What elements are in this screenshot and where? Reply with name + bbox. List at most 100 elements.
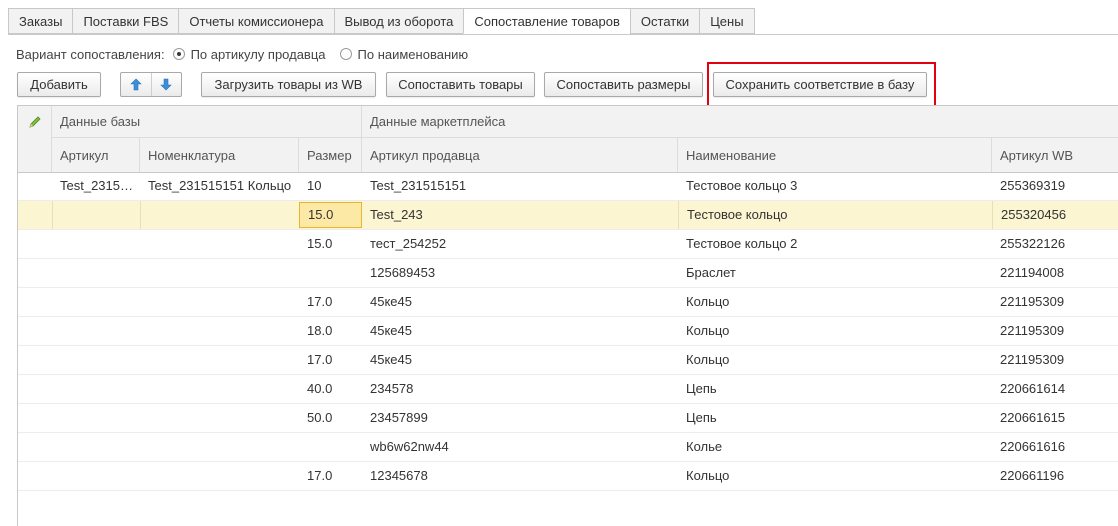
cell-name[interactable]: Тестовое кольцо: [678, 201, 992, 229]
cell-wb-article[interactable]: 221195309: [992, 317, 1118, 345]
cell-nomenclature[interactable]: [140, 375, 299, 403]
cell-size[interactable]: 17.0: [299, 346, 362, 374]
cell-article[interactable]: [52, 375, 140, 403]
cell-seller-article[interactable]: тест_254252: [362, 230, 678, 258]
cell-wb-article[interactable]: 255369319: [992, 172, 1118, 200]
tab-commission-reports[interactable]: Отчеты комиссионера: [178, 8, 335, 34]
cell-wb-article[interactable]: 220661614: [992, 375, 1118, 403]
cell-name[interactable]: Тестовое кольцо 3: [678, 172, 992, 200]
cell-article[interactable]: [52, 317, 140, 345]
cell-size-current[interactable]: 15.0: [299, 202, 362, 228]
cell-name[interactable]: Кольцо: [678, 346, 992, 374]
tab-fbs-supplies[interactable]: Поставки FBS: [72, 8, 180, 34]
cell-name[interactable]: Цепь: [678, 375, 992, 403]
radio-by-name[interactable]: [339, 48, 352, 60]
cell-wb-article[interactable]: 221194008: [992, 259, 1118, 287]
table-row[interactable]: 18.0 45ке45 Кольцо 221195309: [18, 317, 1118, 346]
cell-wb-article[interactable]: 221195309: [992, 346, 1118, 374]
cell-size[interactable]: 50.0: [299, 404, 362, 432]
cell-size[interactable]: [299, 259, 362, 287]
cell-wb-article[interactable]: 255320456: [992, 201, 1118, 229]
cell-article[interactable]: [52, 259, 140, 287]
col-header-seller-article[interactable]: Артикул продавца: [362, 138, 678, 172]
move-down-button[interactable]: [152, 73, 182, 96]
cell-seller-article[interactable]: 125689453: [362, 259, 678, 287]
cell-seller-article[interactable]: Test_231515151: [362, 172, 678, 200]
cell-article[interactable]: [52, 230, 140, 258]
cell-wb-article[interactable]: 220661616: [992, 433, 1118, 461]
table-row[interactable]: 17.0 45ке45 Кольцо 221195309: [18, 346, 1118, 375]
cell-seller-article[interactable]: 12345678: [362, 462, 678, 490]
table-row[interactable]: 17.0 45ке45 Кольцо 221195309: [18, 288, 1118, 317]
col-header-wb-article[interactable]: Артикул WB: [992, 138, 1118, 172]
cell-seller-article[interactable]: Test_243: [362, 201, 678, 229]
cell-name[interactable]: Кольцо: [678, 462, 992, 490]
col-header-size[interactable]: Размер: [299, 138, 362, 172]
cell-nomenclature[interactable]: [140, 346, 299, 374]
cell-size[interactable]: 10: [299, 172, 362, 200]
tab-orders[interactable]: Заказы: [8, 8, 74, 34]
cell-nomenclature[interactable]: [140, 317, 299, 345]
col-header-article[interactable]: Артикул: [52, 138, 140, 172]
table-row[interactable]: Test_231515151 Test_231515151 Кольцо 10 …: [18, 172, 1118, 201]
cell-nomenclature[interactable]: [140, 201, 299, 229]
match-goods-button[interactable]: Сопоставить товары: [386, 72, 535, 97]
match-sizes-button[interactable]: Сопоставить размеры: [544, 72, 703, 97]
table-row[interactable]: 40.0 234578 Цепь 220661614: [18, 375, 1118, 404]
cell-seller-article[interactable]: 23457899: [362, 404, 678, 432]
cell-name[interactable]: Браслет: [678, 259, 992, 287]
col-header-name[interactable]: Наименование: [678, 138, 992, 172]
radio-label-by-name[interactable]: По наименованию: [358, 47, 469, 62]
cell-article[interactable]: [52, 433, 140, 461]
cell-article[interactable]: [52, 201, 140, 229]
cell-seller-article[interactable]: 45ке45: [362, 346, 678, 374]
cell-size[interactable]: 17.0: [299, 288, 362, 316]
cell-seller-article[interactable]: 234578: [362, 375, 678, 403]
cell-article[interactable]: [52, 404, 140, 432]
cell-name[interactable]: Кольцо: [678, 288, 992, 316]
save-mapping-button[interactable]: Сохранить соответствие в базу: [713, 72, 927, 97]
cell-name[interactable]: Колье: [678, 433, 992, 461]
cell-nomenclature[interactable]: [140, 259, 299, 287]
cell-nomenclature[interactable]: Test_231515151 Кольцо: [140, 172, 299, 200]
table-row[interactable]: 17.0 12345678 Кольцо 220661196: [18, 462, 1118, 491]
cell-size[interactable]: 17.0: [299, 462, 362, 490]
cell-wb-article[interactable]: 220661615: [992, 404, 1118, 432]
move-up-button[interactable]: [121, 73, 152, 96]
cell-size[interactable]: 40.0: [299, 375, 362, 403]
table-row[interactable]: 125689453 Браслет 221194008: [18, 259, 1118, 288]
cell-name[interactable]: Кольцо: [678, 317, 992, 345]
tab-withdrawal[interactable]: Вывод из оборота: [333, 8, 465, 34]
cell-seller-article[interactable]: wb6w62nw44: [362, 433, 678, 461]
cell-article[interactable]: [52, 288, 140, 316]
tab-stock[interactable]: Остатки: [629, 8, 701, 34]
cell-seller-article[interactable]: 45ке45: [362, 288, 678, 316]
col-header-nomenclature[interactable]: Номенклатура: [140, 138, 299, 172]
cell-article[interactable]: Test_231515151: [52, 172, 140, 200]
table-row-selected[interactable]: 15.0 Test_243 Тестовое кольцо 255320456: [18, 201, 1118, 230]
cell-seller-article[interactable]: 45ке45: [362, 317, 678, 345]
cell-nomenclature[interactable]: [140, 288, 299, 316]
cell-size[interactable]: 18.0: [299, 317, 362, 345]
cell-nomenclature[interactable]: [140, 462, 299, 490]
tab-prices[interactable]: Цены: [699, 8, 755, 34]
cell-nomenclature[interactable]: [140, 433, 299, 461]
table-row[interactable]: 50.0 23457899 Цепь 220661615: [18, 404, 1118, 433]
cell-article[interactable]: [52, 346, 140, 374]
cell-nomenclature[interactable]: [140, 404, 299, 432]
table-row[interactable]: 15.0 тест_254252 Тестовое кольцо 2 25532…: [18, 230, 1118, 259]
cell-nomenclature[interactable]: [140, 230, 299, 258]
radio-label-by-seller-article[interactable]: По артикулу продавца: [191, 47, 326, 62]
cell-wb-article[interactable]: 221195309: [992, 288, 1118, 316]
radio-by-seller-article[interactable]: [172, 48, 185, 60]
load-from-wb-button[interactable]: Загрузить товары из WB: [201, 72, 376, 97]
cell-article[interactable]: [52, 462, 140, 490]
cell-size[interactable]: 15.0: [299, 230, 362, 258]
cell-name[interactable]: Цепь: [678, 404, 992, 432]
add-button[interactable]: Добавить: [17, 72, 101, 97]
cell-wb-article[interactable]: 255322126: [992, 230, 1118, 258]
cell-name[interactable]: Тестовое кольцо 2: [678, 230, 992, 258]
cell-wb-article[interactable]: 220661196: [992, 462, 1118, 490]
table-row[interactable]: wb6w62nw44 Колье 220661616: [18, 433, 1118, 462]
tab-goods-matching[interactable]: Сопоставление товаров: [463, 8, 631, 34]
